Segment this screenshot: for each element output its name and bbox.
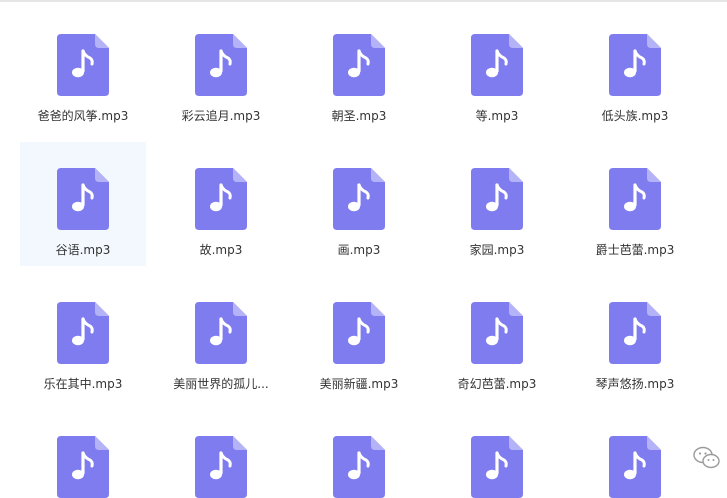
music-note-file-icon (195, 436, 247, 498)
music-note-file-icon (471, 302, 523, 364)
file-item[interactable] (20, 410, 146, 498)
music-note-file-icon (471, 168, 523, 230)
file-item[interactable]: 家园.mp3 (434, 142, 560, 266)
file-item[interactable]: 奇幻芭蕾.mp3 (434, 276, 560, 400)
file-item[interactable]: 爵士芭蕾.mp3 (572, 142, 698, 266)
music-note-file-icon (333, 34, 385, 96)
music-note-file-icon (195, 168, 247, 230)
file-grid: 爸爸的风筝.mp3 彩云追月.mp3 朝圣.mp3 等.mp3 低头族.mp3 … (0, 0, 727, 498)
music-note-file-icon (333, 436, 385, 498)
music-note-file-icon (57, 168, 109, 230)
music-note-file-icon (609, 436, 661, 498)
music-note-file-icon (333, 302, 385, 364)
file-name: 美丽世界的孤儿... (173, 377, 269, 391)
file-item[interactable]: 朝圣.mp3 (296, 8, 422, 132)
music-note-file-icon (195, 34, 247, 96)
file-item[interactable]: 画.mp3 (296, 142, 422, 266)
file-name: 美丽新疆.mp3 (319, 377, 399, 391)
file-item[interactable]: 琴声悠扬.mp3 (572, 276, 698, 400)
file-name: 奇幻芭蕾.mp3 (457, 377, 537, 391)
file-item[interactable]: 美丽新疆.mp3 (296, 276, 422, 400)
music-note-file-icon (609, 34, 661, 96)
file-name: 低头族.mp3 (601, 109, 669, 123)
file-name: 谷语.mp3 (55, 243, 111, 257)
music-note-file-icon (57, 34, 109, 96)
wechat-watermark-icon (692, 444, 722, 472)
music-note-file-icon (609, 302, 661, 364)
music-note-file-icon (609, 168, 661, 230)
file-item-selected[interactable]: 谷语.mp3 (20, 142, 146, 266)
music-note-file-icon (471, 34, 523, 96)
music-note-file-icon (57, 436, 109, 498)
file-name: 故.mp3 (199, 243, 243, 257)
file-name: 琴声悠扬.mp3 (595, 377, 675, 391)
file-name: 彩云追月.mp3 (181, 109, 261, 123)
file-item[interactable] (296, 410, 422, 498)
file-name: 爸爸的风筝.mp3 (37, 109, 129, 123)
music-note-file-icon (195, 302, 247, 364)
file-item[interactable]: 彩云追月.mp3 (158, 8, 284, 132)
file-item[interactable]: 等.mp3 (434, 8, 560, 132)
file-item[interactable] (572, 410, 698, 498)
file-name: 乐在其中.mp3 (43, 377, 123, 391)
file-item[interactable]: 乐在其中.mp3 (20, 276, 146, 400)
file-name: 画.mp3 (337, 243, 381, 257)
file-name: 爵士芭蕾.mp3 (595, 243, 675, 257)
file-item[interactable] (158, 410, 284, 498)
music-note-file-icon (57, 302, 109, 364)
file-name: 等.mp3 (475, 109, 519, 123)
file-item[interactable] (434, 410, 560, 498)
file-item[interactable]: 爸爸的风筝.mp3 (20, 8, 146, 132)
file-item[interactable]: 低头族.mp3 (572, 8, 698, 132)
file-name: 家园.mp3 (469, 243, 525, 257)
music-note-file-icon (333, 168, 385, 230)
music-note-file-icon (471, 436, 523, 498)
file-item[interactable]: 故.mp3 (158, 142, 284, 266)
file-name: 朝圣.mp3 (331, 109, 387, 123)
file-item[interactable]: 美丽世界的孤儿... (158, 276, 284, 400)
